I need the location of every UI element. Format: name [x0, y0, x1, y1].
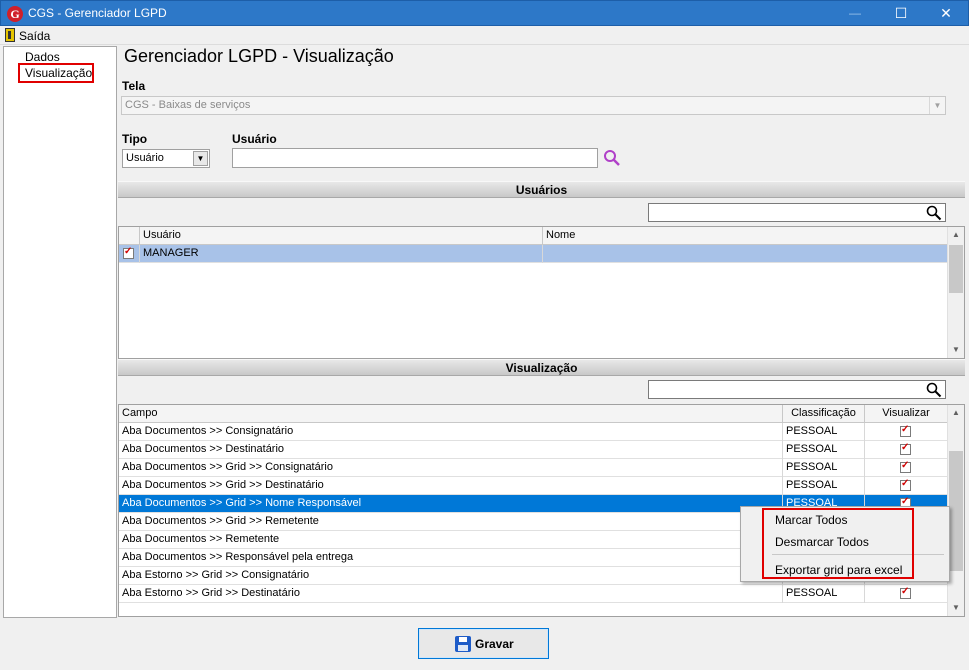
checkbox-checked-icon[interactable] — [900, 586, 911, 599]
grid-header-visualizar[interactable]: Visualizar — [865, 405, 948, 423]
cell-visualizar[interactable] — [865, 477, 948, 495]
cell-campo: Aba Documentos >> Grid >> Consignatário — [119, 459, 783, 477]
table-row[interactable]: Aba Documentos >> Grid >> Destinatário PE… — [119, 477, 948, 495]
grid-header-campo[interactable]: Campo — [119, 405, 783, 423]
vis-section-header: Visualização — [118, 359, 965, 376]
cell-visualizar[interactable] — [865, 459, 948, 477]
app-logo-icon: G — [7, 6, 23, 22]
scroll-up-icon[interactable]: ▲ — [948, 405, 964, 421]
search-icon[interactable] — [603, 149, 621, 167]
usuario-input[interactable] — [232, 148, 598, 168]
exit-door-icon[interactable] — [5, 28, 15, 42]
tipo-select[interactable]: Usuário ▼ — [122, 149, 210, 168]
table-row[interactable]: Aba Estorno >> Grid >> Destinatário PESSO… — [119, 585, 948, 603]
grid-header-nome[interactable]: Nome — [543, 227, 948, 245]
scroll-down-icon[interactable]: ▼ — [948, 342, 964, 358]
close-button[interactable]: ✕ — [923, 1, 969, 27]
cell-classificacao: PESSOAL — [783, 585, 865, 603]
usuario-label: Usuário — [232, 132, 277, 146]
menu-bar: Saída — [0, 26, 969, 45]
row-check-cell[interactable] — [119, 245, 140, 263]
save-button-label: Gravar — [475, 637, 514, 651]
scroll-thumb[interactable] — [949, 245, 963, 293]
tipo-value: Usuário — [126, 152, 164, 164]
highlight-box — [762, 508, 914, 579]
window-title: CGS - Gerenciador LGPD — [28, 6, 167, 20]
scroll-up-icon[interactable]: ▲ — [948, 227, 964, 243]
tela-select[interactable]: CGS - Baixas de serviços ▼ — [121, 96, 946, 115]
title-bar: G CGS - Gerenciador LGPD — ☐ ✕ — [0, 0, 969, 26]
users-filter-input[interactable] — [648, 203, 946, 222]
tipo-label: Tipo — [122, 132, 148, 146]
cell-classificacao: PESSOAL — [783, 459, 865, 477]
users-grid: Usuário Nome MANAGER ▲ ▼ — [118, 226, 965, 359]
table-row[interactable]: Aba Documentos >> Grid >> Consignatário P… — [119, 459, 948, 477]
cell-campo: Aba Documentos >> Remetente — [119, 531, 783, 549]
checkbox-checked-icon[interactable] — [123, 246, 134, 259]
tela-value: CGS - Baixas de serviços — [125, 99, 251, 111]
cell-campo: Aba Documentos >> Consignatário — [119, 423, 783, 441]
vis-filter-input[interactable] — [648, 380, 946, 399]
nav-item-dados[interactable]: Dados — [25, 50, 60, 64]
checkbox-checked-icon[interactable] — [900, 442, 911, 455]
grid-header-classificacao[interactable]: Classificação — [783, 405, 865, 423]
cell-visualizar[interactable] — [865, 441, 948, 459]
tela-label: Tela — [122, 79, 146, 93]
cell-campo: Aba Documentos >> Grid >> Remetente — [119, 513, 783, 531]
cell-nome — [543, 245, 948, 263]
checkbox-checked-icon[interactable] — [900, 424, 911, 437]
cell-campo: Aba Documentos >> Grid >> Nome Responsáv… — [119, 495, 783, 513]
table-row[interactable]: Aba Documentos >> Consignatário PESSOAL — [119, 423, 948, 441]
search-icon[interactable] — [926, 382, 942, 398]
table-row[interactable]: MANAGER — [119, 245, 948, 263]
cell-campo: Aba Documentos >> Destinatário — [119, 441, 783, 459]
nav-tree: Dados Visualização — [3, 46, 117, 618]
maximize-button[interactable]: ☐ — [878, 1, 924, 27]
checkbox-checked-icon[interactable] — [900, 478, 911, 491]
cell-classificacao: PESSOAL — [783, 423, 865, 441]
cell-usuario: MANAGER — [140, 245, 543, 263]
chevron-down-icon[interactable]: ▼ — [929, 97, 945, 114]
search-icon[interactable] — [926, 205, 942, 221]
nav-item-label: Visualização — [25, 66, 93, 80]
checkbox-checked-icon[interactable] — [900, 460, 911, 473]
users-section-header: Usuários — [118, 181, 965, 198]
cell-campo: Aba Estorno >> Grid >> Consignatário — [119, 567, 783, 585]
cell-visualizar[interactable] — [865, 585, 948, 603]
scroll-down-icon[interactable]: ▼ — [948, 600, 964, 616]
floppy-disk-icon — [455, 636, 471, 652]
grid-header-check — [119, 227, 140, 245]
minimize-button[interactable]: — — [832, 1, 878, 27]
cell-campo: Aba Documentos >> Grid >> Destinatário — [119, 477, 783, 495]
nav-item-visualizacao[interactable]: Visualização — [18, 63, 94, 83]
users-scrollbar[interactable]: ▲ ▼ — [947, 227, 964, 358]
cell-classificacao: PESSOAL — [783, 477, 865, 495]
menu-exit[interactable]: Saída — [19, 29, 50, 43]
cell-campo: Aba Estorno >> Grid >> Destinatário — [119, 585, 783, 603]
grid-header-usuario[interactable]: Usuário — [140, 227, 543, 245]
cell-campo: Aba Documentos >> Responsável pela entre… — [119, 549, 783, 567]
table-row[interactable]: Aba Documentos >> Destinatário PESSOAL — [119, 441, 948, 459]
cell-visualizar[interactable] — [865, 423, 948, 441]
cell-classificacao: PESSOAL — [783, 441, 865, 459]
chevron-down-icon[interactable]: ▼ — [193, 151, 208, 166]
save-button[interactable]: Gravar — [418, 628, 549, 659]
scroll-thumb[interactable] — [949, 451, 963, 571]
page-title: Gerenciador LGPD - Visualização — [124, 46, 394, 66]
